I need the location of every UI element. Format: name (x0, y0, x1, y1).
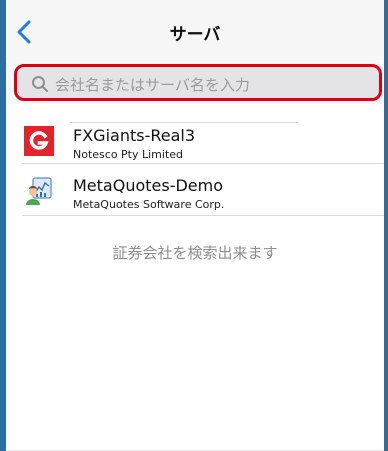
row-divider (70, 122, 298, 123)
server-company: MetaQuotes Software Corp. (73, 198, 225, 211)
row-divider (22, 215, 384, 216)
server-list: FXGiants-Real3 Notesco Pty Limited MetaQ… (6, 112, 384, 216)
fxgiants-logo-icon (24, 126, 54, 156)
search-bar (8, 60, 382, 104)
server-search-screen: サーバ FXGiants-Real3 Notesco Pty Limited (0, 0, 388, 451)
server-name: FXGiants-Real3 (73, 126, 196, 145)
server-company: Notesco Pty Limited (73, 148, 184, 161)
search-hint-text: 証券会社を検索出来ます (112, 244, 278, 262)
search-field[interactable] (14, 64, 382, 101)
metaquotes-logo-icon (26, 177, 52, 205)
window-right-edge (384, 0, 388, 451)
window-left-edge (0, 0, 6, 451)
server-row-metaquotes[interactable]: MetaQuotes-Demo MetaQuotes Software Corp… (6, 164, 384, 216)
search-icon (32, 76, 48, 92)
server-row-fxgiants[interactable]: FXGiants-Real3 Notesco Pty Limited (6, 112, 384, 164)
server-name: MetaQuotes-Demo (73, 176, 224, 195)
search-input[interactable] (53, 71, 357, 99)
page-title: サーバ (169, 25, 221, 45)
navigation-bar: サーバ (6, 0, 384, 60)
